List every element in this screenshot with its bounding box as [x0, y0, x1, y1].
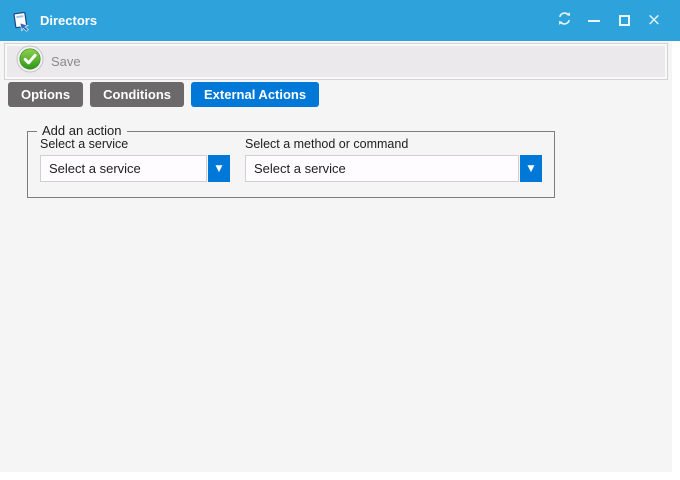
maximize-icon	[619, 15, 630, 26]
service-dropdown-value: Select a service	[40, 155, 207, 182]
save-icon	[16, 45, 44, 78]
refresh-icon	[557, 11, 572, 31]
window-controls: ×	[549, 0, 669, 41]
form-edit-icon	[10, 10, 32, 32]
tab-conditions[interactable]: Conditions	[90, 82, 184, 107]
service-dropdown-button[interactable]: ▼	[208, 155, 230, 182]
tab-external-actions-label: External Actions	[204, 87, 306, 102]
toolbar: Save	[4, 43, 668, 80]
method-dropdown-button[interactable]: ▼	[520, 155, 542, 182]
chevron-down-icon: ▼	[528, 164, 535, 174]
window-title: Directors	[40, 13, 97, 28]
service-label: Select a service	[40, 137, 230, 151]
tab-bar: Options Conditions External Actions	[8, 82, 319, 107]
tab-options-label: Options	[21, 87, 70, 102]
save-button[interactable]: Save	[14, 43, 89, 80]
method-label: Select a method or command	[245, 137, 542, 151]
method-dropdown-value: Select a service	[245, 155, 519, 182]
tab-conditions-label: Conditions	[103, 87, 171, 102]
service-dropdown[interactable]: Select a service ▼	[40, 155, 230, 182]
title-bar: Directors ×	[0, 0, 680, 41]
refresh-button[interactable]	[549, 0, 579, 41]
minimize-icon	[588, 20, 600, 22]
method-field: Select a method or command Select a serv…	[245, 137, 542, 182]
chevron-down-icon: ▼	[216, 164, 223, 174]
window-body: Save Options Conditions External Actions…	[0, 41, 672, 472]
service-field: Select a service Select a service ▼	[40, 137, 230, 182]
maximize-button[interactable]	[609, 0, 639, 41]
tab-options[interactable]: Options	[8, 82, 83, 107]
add-action-groupbox: Add an action Select a service Select a …	[27, 131, 555, 198]
directors-window: Directors ×	[0, 0, 680, 480]
method-dropdown[interactable]: Select a service ▼	[245, 155, 542, 182]
close-button[interactable]: ×	[639, 0, 669, 41]
groupbox-fields: Select a service Select a service ▼ Sele…	[40, 137, 542, 182]
save-button-label: Save	[51, 54, 81, 69]
close-icon: ×	[647, 12, 661, 29]
tab-external-actions[interactable]: External Actions	[191, 82, 319, 107]
groupbox-title: Add an action	[37, 123, 127, 138]
minimize-button[interactable]	[579, 0, 609, 41]
